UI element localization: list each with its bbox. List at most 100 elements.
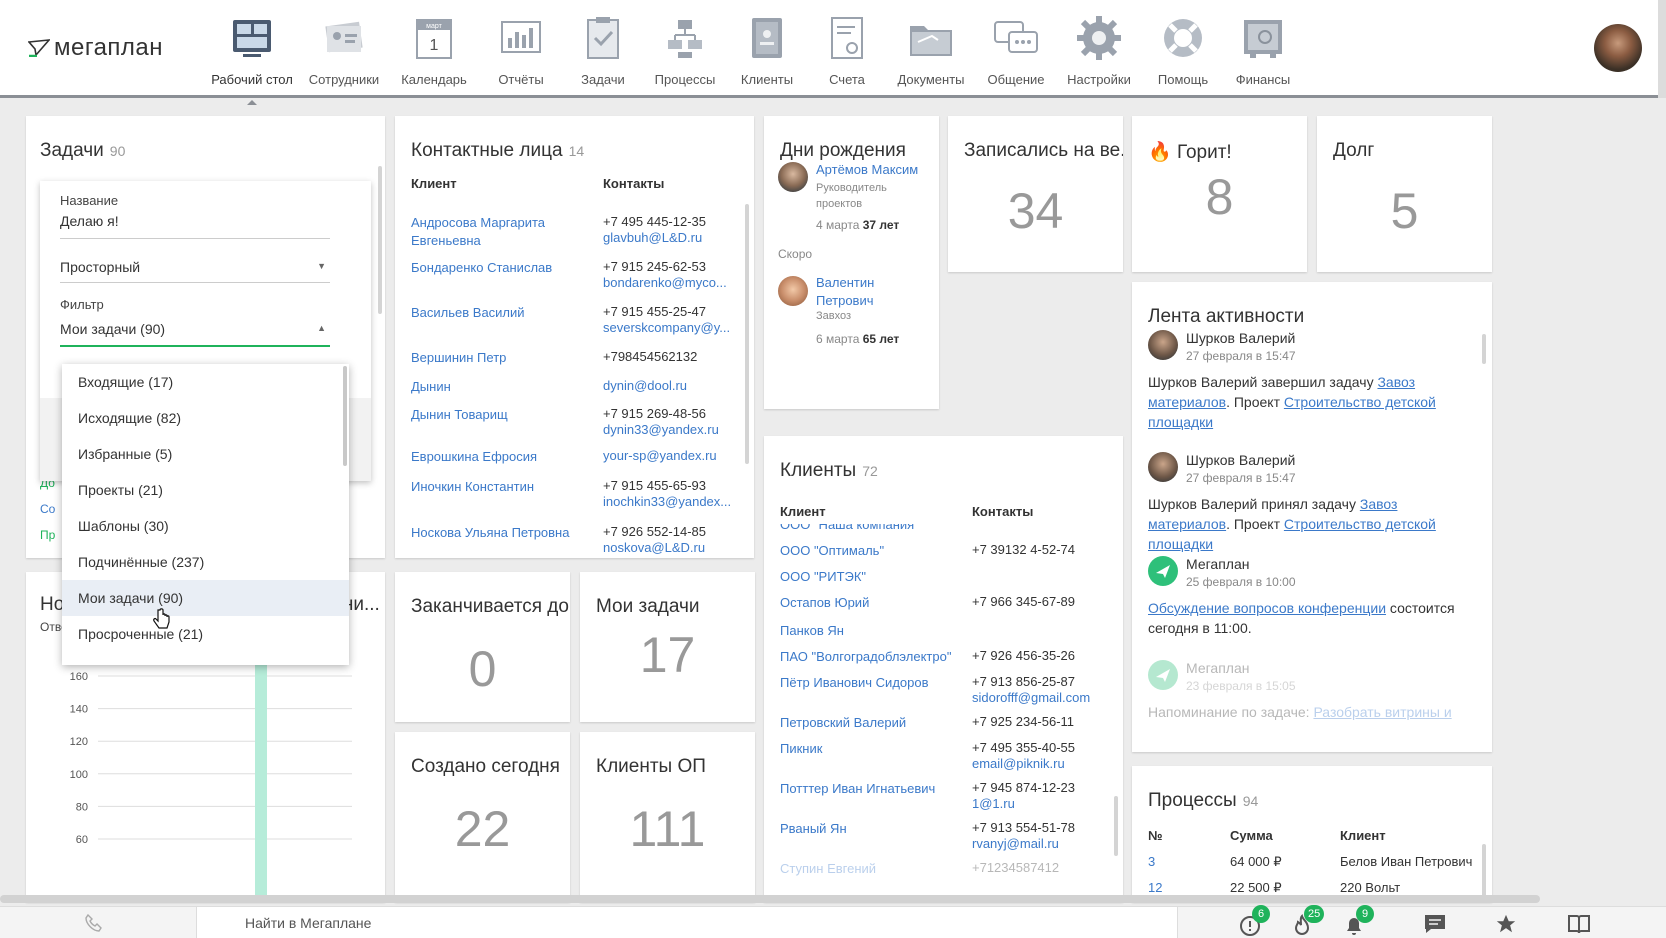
nav-processes[interactable]: Процессы	[643, 14, 727, 87]
tasks-scrollbar[interactable]	[378, 166, 382, 314]
client-name-link[interactable]: Пётр Иванович Сидоров	[780, 674, 970, 692]
notifications-button[interactable]: 9	[1342, 905, 1374, 935]
contact-email-link[interactable]: dynin@dool.ru	[603, 378, 687, 394]
filter-option[interactable]: Исходящие (82)	[62, 400, 349, 436]
ending-widget: Заканчивается до... 0	[395, 572, 570, 722]
nav-calendar[interactable]: март 1 Календарь	[389, 14, 479, 87]
feed-text: Шурков Валерий принял задачу Завоз матер…	[1148, 496, 1436, 552]
filter-option[interactable]: Проекты (21)	[62, 472, 349, 508]
client-name-link[interactable]: Ступин Евгений	[780, 860, 970, 878]
contact-email-link[interactable]: glavbuh@L&D.ru	[603, 230, 706, 246]
client-email-link[interactable]: email@piknik.ru	[972, 756, 1075, 772]
client-email-link[interactable]: sidorofff@gmail.com	[972, 690, 1090, 706]
filter-option[interactable]: Мои задачи (90)	[62, 580, 349, 616]
nav-finance[interactable]: Финансы	[1225, 14, 1301, 87]
contact-name-link[interactable]: Иночкин Константин	[411, 478, 601, 496]
nav-clients[interactable]: Клиенты	[727, 14, 807, 87]
search-box[interactable]: Найти в Мегаплане	[196, 907, 1178, 938]
filter-select[interactable]: Мои задачи (90) ▲	[60, 317, 330, 347]
alerts-button[interactable]: 6	[1238, 905, 1270, 936]
contact-name-link[interactable]: Еврошкина Ефросия	[411, 448, 601, 466]
task-link[interactable]: Со	[40, 502, 55, 516]
nav-chat[interactable]: Общение	[975, 14, 1057, 87]
contact-email-link[interactable]: severskcompany@y...	[603, 320, 730, 336]
phone-icon[interactable]	[84, 914, 104, 932]
client-name-link[interactable]: Рваный Ян	[780, 820, 970, 838]
contact-details: dynin@dool.ru	[603, 378, 687, 394]
client-name-link[interactable]: Петровский Валерий	[780, 714, 970, 732]
soon-avatar[interactable]	[778, 276, 808, 306]
contact-name-link[interactable]: Вершинин Петр	[411, 349, 601, 367]
name-input[interactable]: Делаю я!	[60, 213, 330, 239]
user-avatar-small[interactable]	[1148, 330, 1178, 360]
user-avatar-small[interactable]	[1148, 452, 1178, 482]
user-avatar[interactable]	[1594, 24, 1642, 72]
birthday-avatar[interactable]	[778, 162, 808, 192]
nav-desktop[interactable]: Рабочий стол	[205, 14, 299, 105]
messages-icon[interactable]	[1423, 913, 1447, 935]
feed-link[interactable]: Обсуждение вопросов конференции	[1148, 600, 1386, 616]
dropdown-scrollbar[interactable]	[343, 366, 347, 466]
client-name-link[interactable]: ООО "РИТЭК"	[780, 568, 970, 586]
contact-email-link[interactable]: your-sp@yandex.ru	[603, 448, 717, 464]
nav-documents[interactable]: Документы	[887, 14, 975, 87]
contact-name-link[interactable]: Дынин	[411, 378, 601, 396]
nav-employees[interactable]: Сотрудники	[299, 14, 389, 87]
filter-option[interactable]: Подчинённые (237)	[62, 544, 349, 580]
client-phone: +7 926 456-35-26	[972, 648, 1076, 663]
filter-option[interactable]: Избранные (5)	[62, 436, 349, 472]
nav-invoices[interactable]: Счета	[807, 14, 887, 87]
contact-name-link[interactable]: Васильев Василий	[411, 304, 601, 322]
client-name-link[interactable]: ПАО "Волгоградоблэлектро"	[780, 648, 970, 666]
debt-widget: Долг 5	[1317, 116, 1492, 272]
size-select[interactable]: Просторный ▼	[60, 255, 330, 283]
contact-email-link[interactable]: bondarenko@myco...	[603, 275, 727, 291]
nav-help[interactable]: Помощь	[1141, 14, 1225, 87]
contact-name-link[interactable]: Дынин Товарищ	[411, 406, 601, 424]
feed-scrollbar[interactable]	[1482, 334, 1486, 364]
client-name-link[interactable]: Пикник	[780, 740, 970, 758]
contact-name-link[interactable]: Андросова Маргарита Евгеньевна	[411, 214, 601, 250]
client-details: +7 926 456-35-26	[972, 648, 1075, 664]
horizontal-scrollbar[interactable]	[0, 895, 1540, 903]
client-email-link[interactable]: 1@1.ru	[972, 796, 1075, 812]
nav-tasks[interactable]: Задачи	[563, 14, 643, 87]
filter-option[interactable]: Просроченные (21)	[62, 616, 349, 652]
hot-button[interactable]: 25	[1290, 905, 1325, 935]
client-name-link[interactable]: Потттер Иван Игнатьевич	[780, 780, 970, 798]
soon-label: Скоро	[778, 247, 813, 261]
filter-option[interactable]: Шаблоны (30)	[62, 508, 349, 544]
contact-details: your-sp@yandex.ru	[603, 448, 717, 464]
contacts-scrollbar[interactable]	[745, 204, 749, 464]
filter-option[interactable]: Входящие (17)	[62, 364, 349, 400]
client-name-link[interactable]: ООО "Оптималь"	[780, 542, 970, 560]
page-scrollbar[interactable]	[1658, 0, 1666, 98]
client-name-link[interactable]: ООО "Наша компания"	[780, 524, 970, 534]
feed-link[interactable]: Разобрать витрины и	[1313, 704, 1451, 720]
book-icon[interactable]	[1567, 913, 1591, 935]
contact-name-link[interactable]: Носкова Ульяна Петровна	[411, 524, 601, 542]
client-phone: +7 966 345-67-89	[972, 594, 1076, 609]
soon-person-link[interactable]: Валентин Петрович	[816, 274, 906, 310]
client-name-link[interactable]: Панков Ян	[780, 622, 970, 640]
contact-name-link[interactable]: Бондаренко Станислав	[411, 259, 601, 277]
contact-email-link[interactable]: dynin33@yandex.ru	[603, 422, 719, 438]
task-link[interactable]: Пр	[40, 528, 55, 542]
contact-email-link[interactable]: inochkin33@yandex...	[603, 494, 731, 510]
process-num-link[interactable]: 12	[1148, 880, 1162, 895]
bottom-bar: Найти в Мегаплане 6 25 9	[0, 905, 1666, 938]
client-email-link[interactable]: rvanyj@mail.ru	[972, 836, 1075, 852]
processes-scrollbar[interactable]	[1482, 844, 1486, 902]
favorites-star-icon[interactable]	[1495, 913, 1517, 935]
birthday-person-link[interactable]: Артёмов Максим	[816, 162, 918, 177]
nav-settings[interactable]: Настройки	[1057, 14, 1141, 87]
clients-scrollbar[interactable]	[1114, 796, 1118, 856]
contacts-title: Контактные лица	[411, 140, 563, 161]
contact-email-link[interactable]: noskova@L&D.ru	[603, 540, 706, 556]
process-num-link[interactable]: 3	[1148, 854, 1155, 869]
client-name-link[interactable]: Остапов Юрий	[780, 594, 970, 612]
nav-reports[interactable]: Отчёты	[479, 14, 563, 87]
feed-item: Мегаплан 23 февраля в 15:05 Напоминание по…	[1148, 658, 1478, 752]
top-bar: мегаплан Рабочий стол Сотрудники март 1 Кале…	[0, 0, 1666, 105]
megaplan-logo[interactable]: мегаплан	[28, 34, 163, 62]
